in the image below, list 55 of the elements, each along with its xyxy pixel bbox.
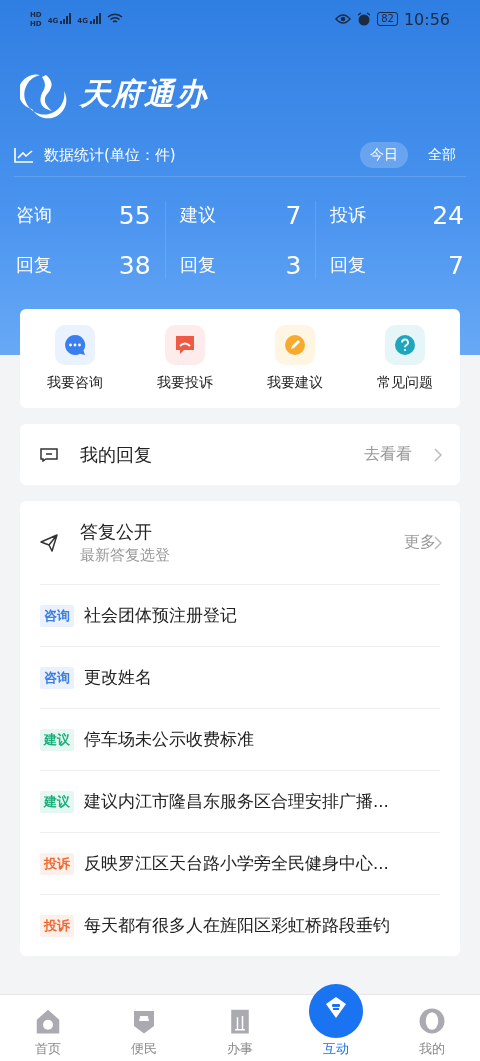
chat-bubble-icon <box>55 325 95 365</box>
wifi-icon <box>106 13 123 25</box>
section-title: 答复公开 <box>80 520 153 544</box>
stat-value: 3 <box>285 250 302 280</box>
reply-item-title[interactable]: 建议内江市隆昌东服务区合理安排广播... <box>84 790 389 813</box>
stat-value: 7 <box>448 250 464 280</box>
stat-value: 38 <box>118 250 151 280</box>
stat-label: 回复 <box>179 253 216 277</box>
reply-item-title[interactable]: 每天都有很多人在旌阳区彩虹桥路段垂钓 <box>84 914 390 937</box>
nav-tab[interactable]: 互动 <box>288 973 384 1061</box>
stat-label: 回复 <box>330 253 367 277</box>
category-tag: 咨询 <box>40 666 74 689</box>
pencil-icon <box>275 325 315 365</box>
line-chart-icon <box>14 147 34 163</box>
stat-label: 咨询 <box>16 203 52 227</box>
my-reply-card[interactable]: 我的回复 去看看 <box>20 424 460 485</box>
nav-tab[interactable]: 首页 <box>0 995 96 1061</box>
quick-action[interactable]: 常见问题 <box>350 325 460 392</box>
signal-icon <box>88 13 101 25</box>
reply-item-title[interactable]: 社会团体预注册登记 <box>84 604 237 627</box>
stat-value: 7 <box>285 200 302 230</box>
category-tag: 投诉 <box>40 914 74 937</box>
complaint-bubble-icon <box>165 325 205 365</box>
category-tag: 建议 <box>40 790 74 813</box>
signal-icon <box>59 13 72 25</box>
stat-value: 24 <box>432 200 464 230</box>
category-tag: 投诉 <box>40 852 74 875</box>
clock: 10:56 <box>403 9 450 29</box>
category-tag: 咨询 <box>40 604 74 627</box>
quick-action[interactable]: 我要投诉 <box>130 325 240 392</box>
quick-action[interactable]: 我要咨询 <box>20 325 130 392</box>
reply-item-title[interactable]: 停车场未公示收费标准 <box>84 728 254 751</box>
stat-label: 建议 <box>179 203 216 227</box>
category-tag: 建议 <box>40 728 74 751</box>
reply-item-title[interactable]: 反映罗江区天台路小学旁全民健身中心... <box>84 852 389 875</box>
reply-item-title[interactable]: 更改姓名 <box>84 666 152 689</box>
eye-icon <box>335 13 352 25</box>
message-icon <box>40 447 58 462</box>
section-subtitle: 最新答复选登 <box>80 546 170 565</box>
nav-tab[interactable]: 我的 <box>384 995 480 1061</box>
section-title: 我的回复 <box>80 442 152 467</box>
nav-tab[interactable]: 办事 <box>192 995 288 1061</box>
chevron-right-icon <box>434 535 442 550</box>
send-icon <box>40 533 58 552</box>
alarm-icon <box>357 12 372 26</box>
stat-label: 回复 <box>16 253 52 277</box>
nav-tab[interactable]: 便民 <box>96 995 192 1061</box>
app-logo-text: 天府通办 <box>80 74 208 113</box>
chevron-right-icon <box>434 447 442 462</box>
battery-indicator: 82 <box>377 12 398 26</box>
stats-title: 数据统计(单位：件) <box>44 145 176 165</box>
quick-action[interactable]: 我要建议 <box>240 325 350 392</box>
stat-label: 投诉 <box>330 203 367 227</box>
stat-value: 55 <box>118 200 151 230</box>
question-icon <box>385 325 425 365</box>
